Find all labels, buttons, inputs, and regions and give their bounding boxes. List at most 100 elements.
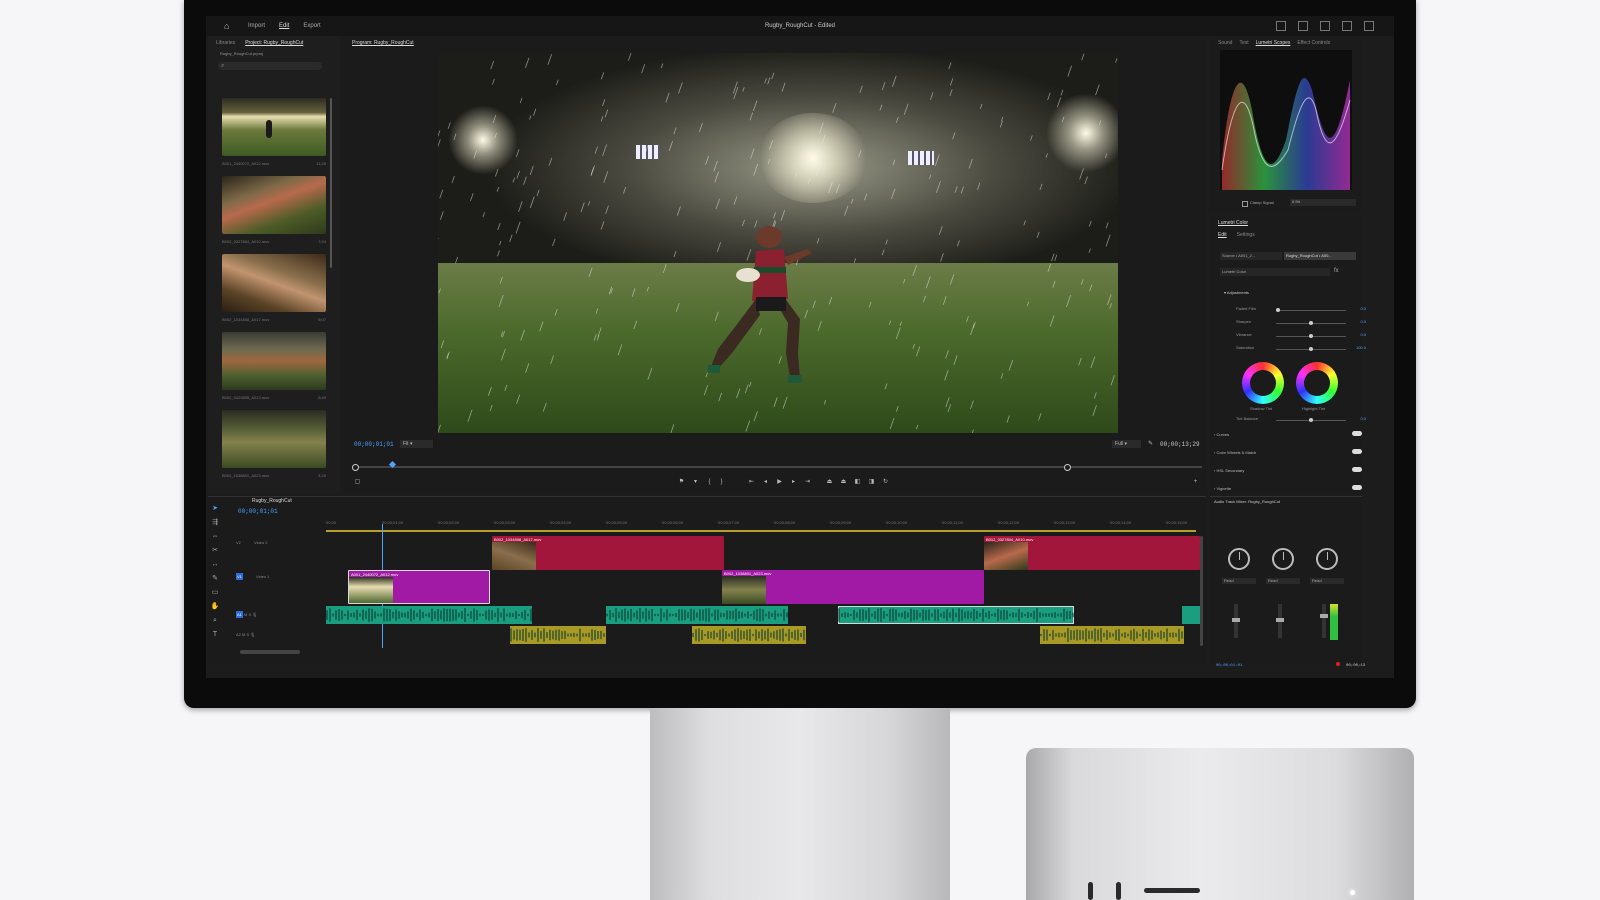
a1-clip-4[interactable]: [1182, 606, 1202, 624]
home-icon[interactable]: ⌂: [224, 21, 234, 31]
rectangle-tool-icon[interactable]: ▭: [210, 588, 220, 598]
a1-clip-1[interactable]: [326, 606, 532, 624]
fullscreen-icon[interactable]: [1364, 21, 1374, 31]
section-curves[interactable]: › Curves: [1214, 431, 1362, 437]
step-back-icon[interactable]: ◂: [762, 479, 769, 486]
automation-mode-1[interactable]: Read: [1222, 578, 1256, 584]
tab-edit[interactable]: Edit: [1218, 232, 1227, 238]
clip-thumbnail-3[interactable]: [222, 254, 326, 312]
slip-tool-icon[interactable]: ↔: [210, 560, 220, 570]
marker-icon[interactable]: ⚑: [678, 479, 685, 486]
clear-icon[interactable]: }: [718, 479, 725, 486]
tab-lumetri-scopes[interactable]: Lumetri Scopes: [1256, 40, 1291, 46]
selection-tool-icon[interactable]: ➤: [210, 504, 220, 514]
fader-1[interactable]: [1232, 604, 1240, 638]
a2-clip-2[interactable]: [692, 626, 806, 644]
tab-project[interactable]: Project: Rugby_RoughCut: [245, 40, 303, 46]
razor-icon[interactable]: ✂: [210, 546, 220, 556]
section-vignette[interactable]: › Vignette: [1214, 485, 1362, 491]
shadow-tint-wheel[interactable]: [1242, 362, 1284, 404]
quality-select[interactable]: Full ▾: [1112, 440, 1141, 448]
slider-saturation[interactable]: Saturation 100.0: [1236, 345, 1366, 353]
pan-knob-3[interactable]: [1316, 548, 1338, 570]
extract-icon[interactable]: ⏏: [840, 479, 847, 486]
track-header-a2[interactable]: A2 M S 🎙: [236, 632, 332, 637]
v1-clip-a[interactable]: A001_2440072_A012.mov: [348, 570, 490, 604]
source-selector[interactable]: Source • A001_2...: [1220, 252, 1282, 260]
curves-toggle[interactable]: [1352, 431, 1362, 436]
tab-sound[interactable]: Sound: [1218, 40, 1232, 46]
v1-source-patch[interactable]: V1: [236, 573, 243, 580]
type-tool-icon[interactable]: T: [210, 630, 220, 640]
mark-out-icon[interactable]: {: [706, 479, 713, 486]
compare-icon[interactable]: ◨: [868, 479, 875, 486]
automation-mode-2[interactable]: Read: [1266, 578, 1300, 584]
lift-icon[interactable]: ⏏: [826, 479, 833, 486]
pan-knob-1[interactable]: [1228, 548, 1250, 570]
bit-depth-select[interactable]: 8 Bit: [1290, 199, 1356, 206]
zoom-tool-icon[interactable]: ⌕: [210, 616, 220, 626]
clip-thumbnail-2[interactable]: [222, 176, 326, 234]
tab-libraries[interactable]: Libraries: [216, 40, 235, 46]
a1-source-patch[interactable]: A1: [236, 611, 243, 618]
loop-icon[interactable]: ↻: [882, 479, 889, 486]
v2-clip-a[interactable]: B002_1034808_A017.mov: [492, 536, 724, 570]
play-icon[interactable]: ▶: [776, 479, 783, 486]
a2-clip-3[interactable]: [1040, 626, 1184, 644]
track-header-a1[interactable]: A1 M S 🎙: [236, 611, 332, 618]
step-forward-icon[interactable]: ▸: [790, 479, 797, 486]
menu-edit[interactable]: Edit: [279, 23, 289, 29]
v2-clip-b[interactable]: B012_0327804_A010.mov: [984, 536, 1200, 570]
clamp-signal-checkbox[interactable]: [1242, 201, 1248, 207]
pen-tool-icon[interactable]: ✎: [210, 574, 220, 584]
out-point-marker[interactable]: [1064, 464, 1071, 471]
program-scrubber[interactable]: [352, 460, 1202, 471]
track-header-v1[interactable]: V1 Video 1: [236, 573, 332, 580]
timeline-vertical-scrollbar[interactable]: [1200, 536, 1203, 646]
vignette-toggle[interactable]: [1352, 485, 1362, 490]
fx-icon[interactable]: fx: [1334, 268, 1339, 274]
audio-mixer-tab[interactable]: Audio Track Mixer: Rugby_RoughCut: [1214, 499, 1280, 504]
wrench-icon[interactable]: ✎: [1148, 440, 1153, 447]
section-hsl-secondary[interactable]: › HSL Secondary: [1214, 467, 1362, 473]
clip-thumbnail-4[interactable]: [222, 332, 326, 390]
add-button-icon[interactable]: +: [1192, 479, 1199, 486]
progress-icon[interactable]: [1320, 21, 1330, 31]
workspace-icon[interactable]: [1276, 21, 1286, 31]
timeline-tab[interactable]: Rugby_RoughCut: [252, 498, 292, 504]
work-area-bar[interactable]: [326, 530, 1196, 532]
mark-in-icon[interactable]: ▾: [692, 479, 699, 486]
v1-clip-b[interactable]: B002_1038801_A023.mov: [722, 570, 984, 604]
quick-export-icon[interactable]: [1298, 21, 1308, 31]
color-wheels-toggle[interactable]: [1352, 449, 1362, 454]
effect-select[interactable]: Lumetri Color: [1220, 268, 1330, 276]
go-to-in-icon[interactable]: ⇤: [748, 479, 755, 486]
sequence-selector[interactable]: Rugby_RoughCut • A00...: [1284, 252, 1356, 260]
program-current-timecode[interactable]: 00;00;01;01: [354, 441, 394, 448]
clip-thumbnail-1[interactable]: [222, 98, 326, 156]
automation-mode-3[interactable]: Read: [1310, 578, 1344, 584]
timeline-current-timecode[interactable]: 00;00;01;01: [238, 508, 278, 515]
menu-export[interactable]: Export: [303, 23, 320, 29]
search-input[interactable]: ⌕: [218, 62, 322, 70]
tab-lumetri-color[interactable]: Lumetri Color: [1218, 220, 1248, 226]
safe-margins-icon[interactable]: ▢: [354, 479, 361, 486]
a1-clip-2[interactable]: [606, 606, 788, 624]
tab-program[interactable]: Program: Rugby_RoughCut: [352, 40, 414, 46]
fader-2[interactable]: [1276, 604, 1284, 638]
tab-text[interactable]: Text: [1239, 40, 1248, 46]
export-frame-icon[interactable]: ◧: [854, 479, 861, 486]
in-point-marker[interactable]: [352, 464, 359, 471]
tab-settings[interactable]: Settings: [1237, 232, 1255, 238]
section-color-wheels[interactable]: › Color Wheels & Match: [1214, 449, 1362, 455]
a2-clip-1[interactable]: [510, 626, 606, 644]
fader-3[interactable]: [1320, 604, 1328, 638]
tab-effect-controls[interactable]: Effect Controls: [1297, 40, 1330, 46]
track-select-icon[interactable]: ⇶: [210, 518, 220, 528]
clip-thumbnail-5[interactable]: [222, 410, 326, 468]
project-scrollbar[interactable]: [330, 98, 332, 268]
timeline-ruler[interactable]: 00;00 00;00;01;00 00;00;02;00 00;00;03;00 00…: [326, 520, 1202, 528]
pan-knob-2[interactable]: [1272, 548, 1294, 570]
adjustments-header[interactable]: ▾ Adjustments: [1224, 290, 1249, 295]
slider-tint-balance[interactable]: Tint Balance 0.0: [1236, 416, 1366, 424]
